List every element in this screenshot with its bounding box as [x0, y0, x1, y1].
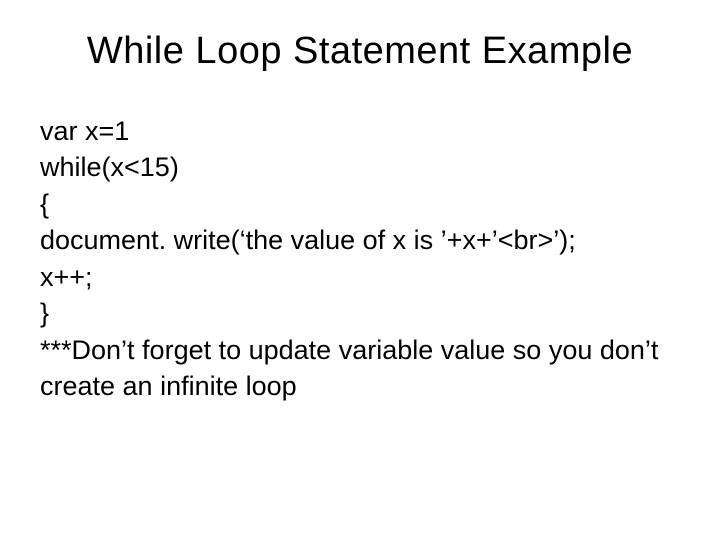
code-line: ***Don’t forget to update variable value… — [40, 332, 680, 405]
slide-body: var x=1 while(x<15) { document. write(‘t… — [40, 113, 680, 405]
slide-title: While Loop Statement Example — [40, 30, 680, 73]
slide: While Loop Statement Example var x=1 whi… — [0, 0, 720, 540]
code-line: document. write(‘the value of x is ’+x+’… — [40, 222, 680, 258]
code-line: } — [40, 295, 680, 331]
code-line: while(x<15) — [40, 149, 680, 185]
code-line: x++; — [40, 259, 680, 295]
code-line: { — [40, 186, 680, 222]
code-line: var x=1 — [40, 113, 680, 149]
